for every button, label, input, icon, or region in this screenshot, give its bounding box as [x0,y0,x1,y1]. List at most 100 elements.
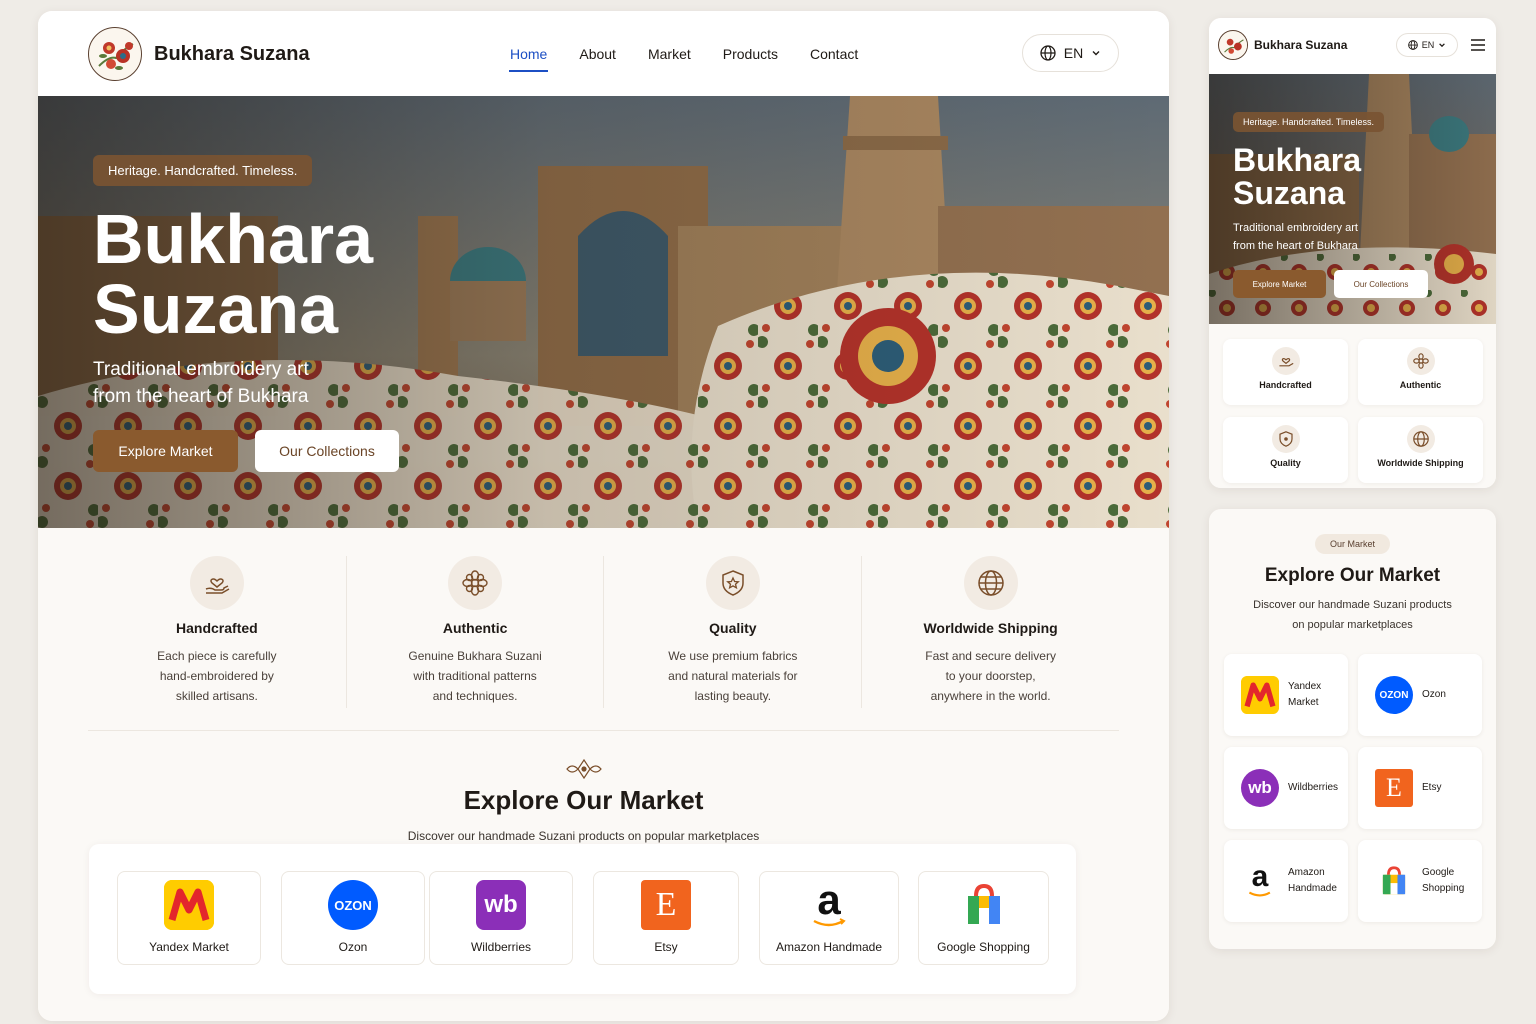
mobile-our-collections-button[interactable]: Our Collections [1334,270,1428,298]
marketplace-name: Ozon [338,940,368,954]
mobile-feature-title: Handcrafted [1259,380,1312,390]
feature-icon-circle [963,556,1018,610]
nav-products[interactable]: Products [723,11,778,96]
suzani-emblem-icon [1220,32,1247,59]
mobile-preview-market: Our Market Explore Our Market Discover o… [1209,509,1496,949]
marketplace-card-yandex[interactable]: Yandex Market [117,871,261,965]
mobile-market-title: Explore Our Market [1264,565,1441,586]
hand-heart-icon [205,578,230,594]
hero-title: Bukhara Suzana [93,204,513,344]
feature-icon-circle [1406,347,1435,375]
yandex-market-logo-icon [164,880,214,930]
mobile-market-subtitle: Discover our handmade Suzani products on… [1239,595,1466,635]
marketplace-name: Google Shopping [937,940,1030,954]
feature-desc-line: We use premium fabrics [668,649,798,663]
explore-market-button[interactable]: Explore Market [93,430,238,472]
main-menu: Home About Market Products Contact [508,11,890,96]
mobile-preview-hero: Bukhara Suzana EN Heritage. Handcrafted.… [1209,18,1496,488]
feature-description: Each piece is carefully hand-embroidered… [132,646,302,706]
mobile-language-code: EN [1421,40,1435,50]
mobile-logo-emblem[interactable] [1218,30,1248,60]
feature-desc-line: skilled artisans. [175,689,258,703]
feature-icon-circle [705,556,760,610]
mobile-marketplace-etsy[interactable]: E Etsy [1358,747,1482,829]
logo-emblem [88,27,142,81]
marketplace-card-google-shopping[interactable]: Google Shopping [918,871,1049,965]
mobile-marketplace-name: Google Shopping [1422,866,1482,896]
suzani-emblem-icon [92,31,140,79]
feature-desc-line: and natural materials for [668,669,798,683]
hamburger-menu-icon[interactable] [1470,38,1486,52]
mobile-language-selector[interactable]: EN [1396,33,1458,57]
feature-desc-line: with traditional patterns [413,669,537,683]
globe-icon [1040,45,1056,61]
hero-tagline: Heritage. Handcrafted. Timeless. [93,155,313,186]
hero-title-line1: Bukhara [93,200,374,278]
feature-desc-line: to your doorstep, [945,669,1036,683]
shield-star-icon [1278,431,1293,447]
feature-desc-line: Genuine Bukhara Suzani [408,649,542,663]
mobile-marketplace-yandex[interactable]: Yandex Market [1224,654,1348,736]
mobile-feature-quality: Quality [1223,417,1348,483]
feature-desc-line: anywhere in the world. [930,689,1051,703]
mobile-feature-authentic: Authentic [1358,339,1483,405]
marketplace-card-etsy[interactable]: E Etsy [593,871,739,965]
nav-home[interactable]: Home [508,11,549,96]
mobile-nav: Bukhara Suzana EN [1209,18,1496,74]
marketplace-card-ozon[interactable]: OZON Ozon [281,871,425,965]
mobile-hero-subtitle-line1: Traditional embroidery art [1233,222,1358,234]
mobile-marketplace-ozon[interactable]: OZON Ozon [1358,654,1482,736]
feature-desc-line: and techniques. [432,689,518,703]
marketplace-name-line: Etsy [1422,782,1442,793]
etsy-logo-icon: E [1375,769,1413,807]
marketplace-name-line: Wildberries [1288,782,1339,793]
feature-icon-circle [1406,425,1435,453]
mobile-feature-handcrafted: Handcrafted [1223,339,1348,405]
mobile-marketplace-google-shopping[interactable]: Google Shopping [1358,840,1482,922]
feature-quality: Quality We use premium fabrics and natur… [603,556,861,708]
marketplace-card-wildberries[interactable]: wb Wildberries [429,871,573,965]
nav-market[interactable]: Market [648,11,691,96]
ozon-logo-icon: OZON [328,880,378,930]
mobile-hero-title-line2: Suzana [1233,175,1346,211]
chevron-down-icon [1439,43,1446,48]
marketplace-list: Yandex Market OZON Ozon wb Wildberries E… [89,844,1076,994]
mobile-marketplace-wildberries[interactable]: wb Wildberries [1224,747,1348,829]
feature-authentic: Authentic Genuine Bukhara Suzani with tr… [345,556,604,708]
chevron-down-icon [1092,51,1100,56]
nav-about[interactable]: About [579,11,616,96]
mobile-marketplace-name: Yandex Market [1288,680,1348,710]
mobile-marketplace-name: Amazon Handmade [1288,866,1348,896]
marketplace-card-amazon-handmade[interactable]: a Amazon Handmade [759,871,899,965]
flower-icon [1412,353,1429,369]
mobile-marketplace-name: Etsy [1422,773,1482,803]
mobile-market-subtitle-line2: on popular marketplaces [1292,619,1413,631]
mobile-explore-market-button[interactable]: Explore Market [1233,270,1326,298]
marketplace-name: Etsy [654,940,678,954]
feature-icon-circle [448,556,503,610]
nav-contact[interactable]: Contact [810,11,858,96]
mobile-hero-subtitle-line2: from the heart of Bukhara [1233,240,1358,252]
feature-worldwide-shipping: Worldwide Shipping Fast and secure deliv… [861,556,1119,708]
feature-desc-line: Fast and secure delivery [925,649,1056,663]
amazon-logo-letter: a [1251,860,1269,893]
etsy-logo-icon: E [641,880,691,930]
language-code: EN [1063,45,1084,61]
feature-title: Worldwide Shipping [923,620,1058,636]
mobile-hero-title: Bukhara Suzana [1233,144,1361,210]
mobile-market-subtitle-line1: Discover our handmade Suzani products [1253,599,1452,611]
brand-logo-link[interactable]: Bukhara Suzana [88,27,310,81]
language-selector[interactable]: EN [1022,34,1119,72]
mobile-marketplace-name: Ozon [1422,680,1482,710]
feature-desc-line: Each piece is carefully [157,649,277,663]
google-shopping-logo-icon [1375,862,1413,900]
mobile-marketplace-amazon-handmade[interactable]: a Amazon Handmade [1224,840,1348,922]
market-section-subtitle: Discover our handmade Suzani products on… [407,829,760,843]
market-section-title: Explore Our Market [463,785,704,815]
marketplace-name-line: Google [1422,867,1455,878]
hand-heart-icon [1278,358,1293,367]
wildberries-logo-icon: wb [476,880,526,930]
top-nav: Bukhara Suzana Home About Market Product… [38,11,1169,96]
our-collections-button[interactable]: Our Collections [255,430,399,472]
amazon-logo-letter: a [817,876,841,923]
